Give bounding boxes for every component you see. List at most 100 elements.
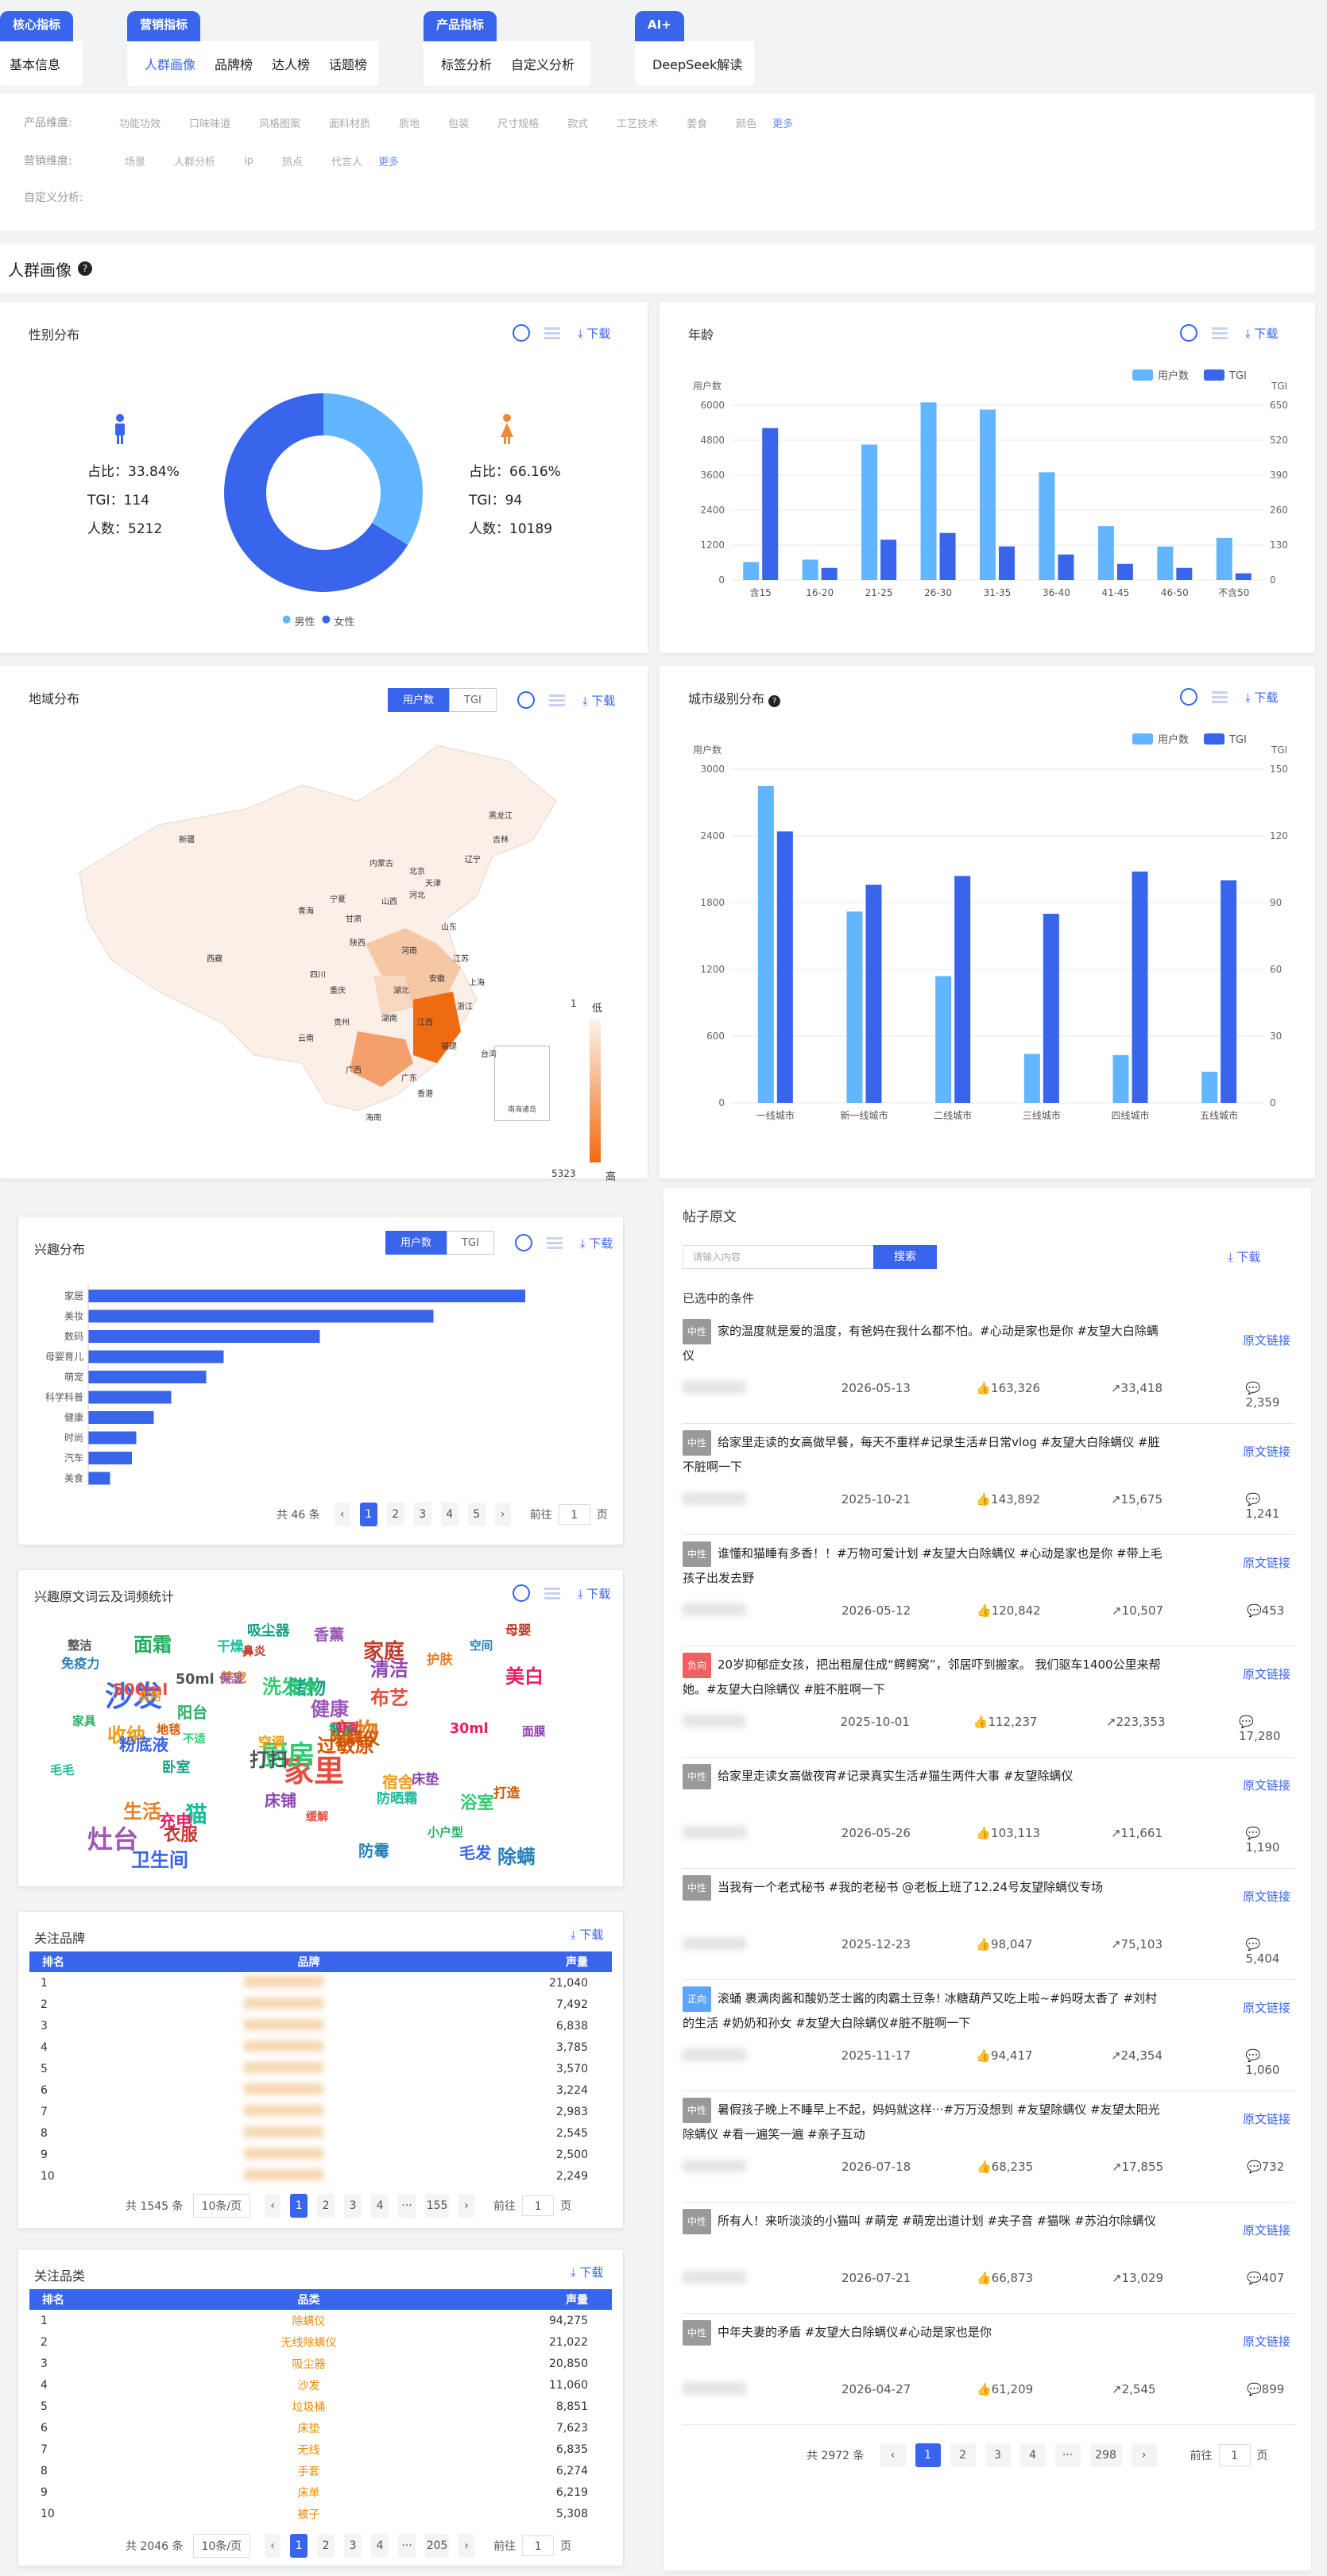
pie-chart-icon[interactable] (513, 1584, 530, 1602)
page-button[interactable]: 4 (371, 2534, 389, 2558)
pie-chart-icon[interactable] (1180, 688, 1197, 706)
page-button[interactable]: 3 (344, 2194, 362, 2218)
toggle-users[interactable]: 用户数 (388, 688, 450, 712)
page-button[interactable]: 3 (413, 1503, 431, 1526)
page-button[interactable]: 1 (290, 2194, 308, 2218)
cell-category[interactable]: 被子 (77, 2503, 540, 2524)
table-view-icon[interactable] (1212, 327, 1228, 339)
toggle-users[interactable]: 用户数 (385, 1231, 447, 1255)
author-name[interactable] (683, 1603, 746, 1616)
goto-input[interactable]: 1 (1218, 2444, 1251, 2466)
toggle-tgi[interactable]: TGI (449, 688, 497, 712)
original-link[interactable]: 原文链接 (1243, 1443, 1290, 1460)
download-button[interactable]: ⤓ 下载 (1228, 1248, 1260, 1265)
goto-input[interactable]: 1 (558, 1504, 590, 1525)
page-button[interactable]: 3 (985, 2443, 1011, 2467)
cell-brand[interactable] (77, 2122, 540, 2144)
nav-item-basic-info[interactable]: 基本信息 (10, 54, 60, 73)
author-name[interactable] (683, 1492, 746, 1505)
cell-category[interactable]: 床垫 (77, 2417, 540, 2439)
filter-item[interactable]: 尺寸规格 (497, 115, 539, 130)
page-button[interactable]: 4 (440, 1503, 458, 1526)
next-page-button[interactable]: › (1131, 2443, 1157, 2467)
download-button[interactable]: ⤓ 下载 (1245, 325, 1278, 342)
original-link[interactable]: 原文链接 (1243, 1332, 1290, 1348)
cell-brand[interactable] (77, 1994, 540, 2015)
pie-chart-icon[interactable] (514, 1234, 532, 1251)
goto-input[interactable]: 1 (522, 2535, 555, 2556)
pie-chart-icon[interactable] (513, 324, 530, 342)
nav-item-deepseek[interactable]: DeepSeek解读 (652, 54, 742, 73)
original-link[interactable]: 原文链接 (1243, 1554, 1290, 1571)
toggle-tgi[interactable]: TGI (447, 1231, 494, 1255)
page-button[interactable]: 1 (290, 2534, 308, 2558)
page-button[interactable]: ··· (1054, 2443, 1081, 2467)
nav-item-tag-analysis[interactable]: 标签分析 (441, 54, 492, 73)
cell-brand[interactable] (77, 1972, 540, 1994)
download-button[interactable]: ⤓ 下载 (582, 692, 615, 709)
author-name[interactable] (683, 1937, 746, 1950)
cell-category[interactable]: 床单 (77, 2481, 540, 2503)
filter-item[interactable]: 款式 (567, 115, 588, 130)
filter-item[interactable]: ip (244, 155, 253, 167)
cell-category[interactable]: 无线 (77, 2439, 540, 2460)
pie-chart-icon[interactable] (1180, 324, 1197, 342)
nav-item-crowd-portrait[interactable]: 人群画像 (145, 54, 195, 73)
table-view-icon[interactable] (1212, 690, 1228, 703)
next-page-button[interactable]: › (458, 2534, 475, 2558)
filter-more-link[interactable]: 更多 (378, 153, 399, 168)
cell-category[interactable]: 无线除螨仪 (77, 2331, 540, 2353)
prev-page-button[interactable]: ‹ (334, 1503, 350, 1526)
page-button[interactable]: 2 (950, 2443, 976, 2467)
page-button[interactable]: 4 (1019, 2443, 1046, 2467)
original-link[interactable]: 原文链接 (1243, 2222, 1290, 2238)
page-size-select[interactable]: 10条/页 (192, 2194, 251, 2218)
nav-item-custom-analysis[interactable]: 自定义分析 (511, 54, 575, 73)
cell-brand[interactable] (77, 2015, 540, 2036)
prev-page-button[interactable]: ‹ (265, 2534, 281, 2558)
download-button[interactable]: ⤓ 下载 (578, 325, 610, 342)
table-view-icon[interactable] (544, 1587, 560, 1599)
filter-item[interactable]: 面料材质 (329, 115, 370, 130)
next-page-button[interactable]: › (494, 1503, 511, 1526)
cell-brand[interactable] (77, 2036, 540, 2058)
download-button[interactable]: ⤓ 下载 (571, 1926, 603, 1943)
author-name[interactable] (683, 1381, 746, 1394)
cell-category[interactable]: 吸尘器 (77, 2353, 540, 2374)
page-button[interactable]: 298 (1089, 2443, 1122, 2467)
table-view-icon[interactable] (548, 694, 565, 706)
search-button[interactable]: 搜索 (873, 1245, 937, 1269)
filter-item[interactable]: 口味味道 (189, 115, 230, 130)
prev-page-button[interactable]: ‹ (880, 2443, 906, 2467)
page-button[interactable]: 1 (359, 1503, 377, 1526)
download-button[interactable]: ⤓ 下载 (580, 1235, 613, 1251)
table-view-icon[interactable] (544, 327, 560, 339)
page-button[interactable]: 155 (425, 2194, 450, 2218)
page-button[interactable]: 3 (344, 2534, 362, 2558)
pie-chart-icon[interactable] (516, 691, 535, 709)
search-input[interactable]: 请输入内容 (683, 1245, 873, 1269)
page-size-select[interactable]: 10条/页 (192, 2534, 251, 2558)
filter-item[interactable]: 功能功效 (119, 115, 161, 130)
filter-item[interactable]: 代言人 (331, 153, 362, 168)
filter-item[interactable]: 质地 (399, 115, 420, 130)
filter-item[interactable]: 姜食 (687, 115, 707, 130)
cell-category[interactable]: 手套 (77, 2460, 540, 2481)
cell-brand[interactable] (77, 2079, 540, 2101)
original-link[interactable]: 原文链接 (1243, 2110, 1290, 2127)
author-name[interactable] (683, 2271, 746, 2284)
next-page-button[interactable]: › (458, 2194, 475, 2218)
download-button[interactable]: ⤓ 下载 (571, 2264, 603, 2280)
original-link[interactable]: 原文链接 (1243, 1888, 1290, 1905)
cell-category[interactable]: 垃圾桶 (77, 2396, 540, 2417)
table-view-icon[interactable] (546, 1236, 563, 1249)
page-button[interactable]: 2 (317, 2534, 335, 2558)
page-button[interactable]: 4 (371, 2194, 389, 2218)
page-button[interactable]: ··· (398, 2534, 416, 2558)
cell-brand[interactable] (77, 2165, 540, 2187)
cell-brand[interactable] (77, 2058, 540, 2079)
download-button[interactable]: ⤓ 下载 (578, 1585, 610, 1602)
prev-page-button[interactable]: ‹ (265, 2194, 281, 2218)
original-link[interactable]: 原文链接 (1243, 1665, 1290, 1682)
help-icon[interactable]: ? (78, 261, 92, 276)
